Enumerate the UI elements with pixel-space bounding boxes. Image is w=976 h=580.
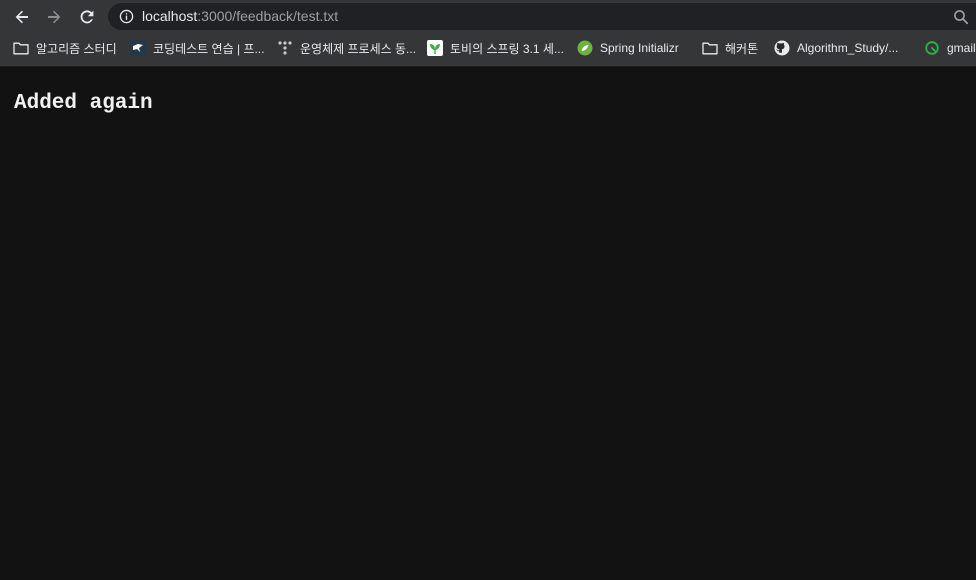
bookmark-coding-test[interactable]: 코딩테스트 연습 | 프...	[130, 35, 264, 61]
bookmark-hackathon[interactable]: 해커톤	[702, 35, 758, 61]
leaf-icon	[427, 40, 443, 56]
bookmark-label: Spring Initializr	[600, 41, 679, 55]
page-content: Added again	[0, 68, 976, 580]
bookmark-label: Algorithm_Study/...	[797, 41, 899, 55]
toolbar: localhost:3000/feedback/test.txt	[0, 0, 976, 33]
bookmark-label: 해커톤	[725, 41, 759, 56]
url-host: localhost	[142, 8, 198, 24]
bookmark-label: 토비의 스프링 3.1 세...	[450, 41, 564, 56]
forward-button[interactable]	[41, 4, 67, 30]
plain-text-body: Added again	[14, 92, 153, 115]
reload-icon	[80, 10, 94, 24]
url-text[interactable]: localhost:3000/feedback/test.txt	[142, 8, 338, 25]
arrow-left-icon	[15, 10, 28, 24]
url-path: :3000/feedback/test.txt	[197, 8, 339, 24]
bookmark-toby-spring[interactable]: 토비의 스프링 3.1 세...	[427, 35, 564, 61]
arrow-right-icon	[48, 10, 61, 24]
bookmark-label: gmail	[947, 41, 976, 55]
search-icon[interactable]	[953, 9, 969, 25]
folder-icon	[702, 40, 718, 56]
green-circle-icon	[924, 40, 940, 56]
folder-icon	[13, 40, 29, 56]
bookmark-os-process[interactable]: 운영체제 프로세스 동...	[277, 35, 416, 61]
browser-chrome: localhost:3000/feedback/test.txt 알고리즘 스터…	[0, 0, 976, 67]
reload-button[interactable]	[74, 4, 100, 30]
bookmark-algorithm-github[interactable]: Algorithm_Study/...	[774, 35, 898, 61]
bookmark-gmail[interactable]: gmail	[924, 35, 976, 61]
bookmark-algorithm-study[interactable]: 알고리즘 스터디	[13, 35, 117, 61]
github-icon	[774, 40, 790, 56]
back-button[interactable]	[9, 4, 35, 30]
tistory-icon	[277, 40, 293, 56]
bookmark-label: 코딩테스트 연습 | 프...	[153, 41, 265, 56]
address-bar[interactable]: localhost:3000/feedback/test.txt	[108, 3, 976, 30]
bookmark-label: 알고리즘 스터디	[36, 41, 117, 56]
info-icon[interactable]	[119, 9, 134, 24]
bookmarks-bar: 알고리즘 스터디 코딩테스트 연습 | 프... 운영체제 프로세스 동... …	[0, 35, 976, 61]
spring-icon	[577, 40, 593, 56]
bookmark-label: 운영체제 프로세스 동...	[300, 41, 417, 56]
programmers-icon	[130, 40, 146, 56]
bookmark-spring-initializr[interactable]: Spring Initializr	[577, 35, 679, 61]
